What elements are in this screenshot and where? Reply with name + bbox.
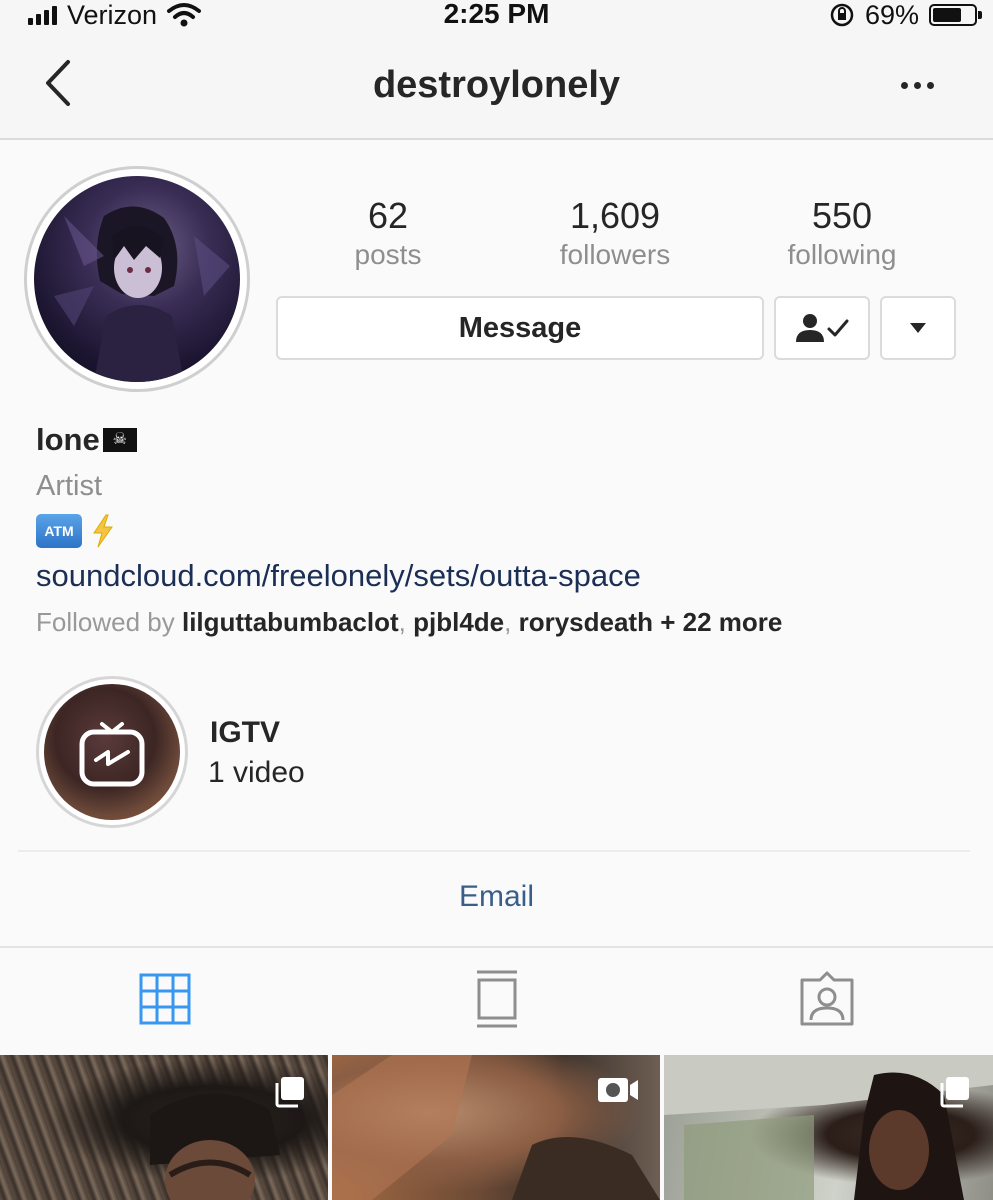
bio-name: lone ☠ bbox=[36, 422, 137, 458]
triangle-down-icon bbox=[910, 323, 926, 333]
display-name: lone bbox=[36, 422, 100, 457]
mutual-follower: pjbl4de bbox=[413, 607, 505, 637]
carousel-icon bbox=[940, 1077, 969, 1108]
mutual-followers-more: + 22 more bbox=[660, 607, 783, 637]
mutual-follower: rorysdeath bbox=[518, 607, 653, 637]
following-count-value: 550 bbox=[811, 195, 873, 236]
tab-grid[interactable] bbox=[130, 968, 200, 1030]
pirate-flag-icon: ☠ bbox=[102, 428, 137, 452]
posts-count-value: 62 bbox=[367, 195, 409, 236]
igtv-thumbnail bbox=[44, 684, 180, 820]
carousel-icon bbox=[275, 1077, 304, 1108]
tab-feed[interactable] bbox=[462, 968, 532, 1030]
grid-icon bbox=[139, 973, 191, 1025]
bio-emojis: ATM bbox=[36, 513, 116, 549]
mutual-follower: lilguttabumbaclot bbox=[181, 607, 399, 637]
atm-emoji-icon: ATM bbox=[36, 514, 82, 548]
igtv-highlight[interactable] bbox=[36, 676, 188, 828]
profile-username-title: destroylonely bbox=[372, 64, 621, 106]
message-button[interactable]: Message bbox=[276, 296, 764, 360]
divider bbox=[18, 850, 970, 852]
igtv-icon bbox=[79, 722, 145, 787]
post-thumbnail[interactable] bbox=[332, 1055, 660, 1200]
profile-avatar[interactable] bbox=[24, 166, 250, 392]
avatar-art bbox=[54, 206, 230, 382]
video-camera-icon bbox=[598, 1078, 638, 1102]
battery-percent: 69% bbox=[864, 0, 919, 30]
following-status-button[interactable] bbox=[774, 296, 870, 360]
battery-icon bbox=[929, 4, 982, 26]
avatar-image bbox=[34, 176, 240, 382]
following-count[interactable]: 550 following bbox=[752, 196, 932, 272]
email-button[interactable]: Email bbox=[0, 880, 993, 914]
followers-count-value: 1,609 bbox=[569, 195, 661, 236]
post-thumbnail[interactable] bbox=[664, 1055, 993, 1200]
igtv-title: IGTV bbox=[210, 716, 281, 749]
followers-count-label: followers bbox=[559, 239, 671, 270]
more-dot-icon bbox=[913, 81, 921, 89]
status-bar: Verizon 2:25 PM 69% bbox=[0, 0, 993, 34]
battery-level bbox=[933, 8, 961, 22]
tagged-icon bbox=[800, 971, 854, 1026]
more-dot-icon bbox=[900, 81, 908, 89]
person-check-icon bbox=[796, 314, 849, 342]
posts-count-label: posts bbox=[354, 239, 422, 270]
nav-bar: destroylonely bbox=[0, 34, 993, 140]
mutual-followers[interactable]: Followed by lilguttabumbaclot, pjbl4de, … bbox=[36, 607, 782, 638]
following-count-label: following bbox=[787, 239, 897, 270]
feed-icon bbox=[477, 970, 517, 1028]
posts-count[interactable]: 62 posts bbox=[298, 196, 478, 272]
more-options-button[interactable] bbox=[895, 70, 939, 100]
bio-website-link[interactable]: soundcloud.com/freelonely/sets/outta-spa… bbox=[36, 558, 641, 594]
orientation-lock-icon bbox=[830, 3, 854, 27]
suggestions-dropdown-button[interactable] bbox=[880, 296, 956, 360]
igtv-video-count: 1 video bbox=[208, 756, 305, 789]
followed-by-prefix: Followed by bbox=[36, 607, 175, 637]
tab-tagged[interactable] bbox=[792, 968, 862, 1030]
divider bbox=[0, 946, 993, 948]
more-dot-icon bbox=[926, 81, 934, 89]
lightning-emoji-icon bbox=[93, 514, 113, 548]
bio-category: Artist bbox=[36, 470, 103, 502]
followers-count[interactable]: 1,609 followers bbox=[525, 196, 705, 272]
post-thumbnail[interactable] bbox=[0, 1055, 328, 1200]
status-right: 69% bbox=[829, 0, 982, 30]
